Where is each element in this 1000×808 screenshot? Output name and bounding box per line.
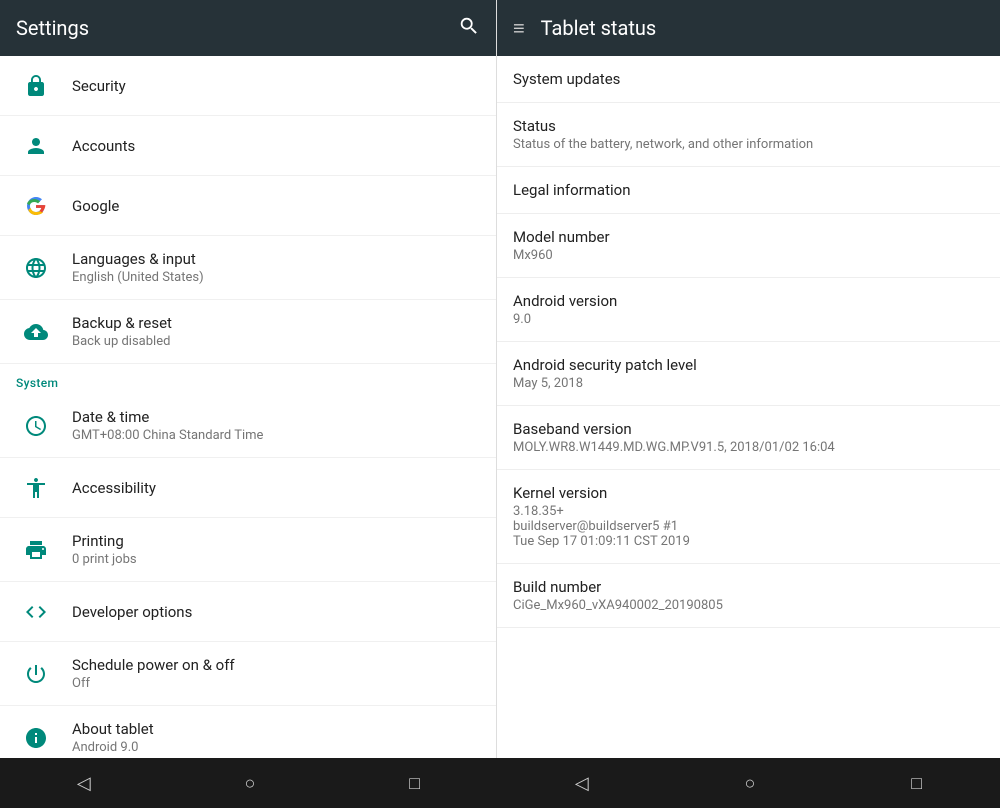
security-patch-value: May 5, 2018 — [513, 376, 984, 391]
datetime-text: Date & time GMT+08:00 China Standard Tim… — [72, 408, 263, 443]
home-button-right[interactable]: ○ — [725, 765, 776, 802]
languages-sublabel: English (United States) — [72, 270, 204, 285]
back-button[interactable]: ◁ — [57, 765, 111, 802]
legal-label: Legal information — [513, 181, 984, 199]
accessibility-icon — [16, 476, 56, 500]
language-icon — [16, 256, 56, 280]
code-icon — [16, 600, 56, 624]
left-nav-bar: ◁ ○ □ — [0, 758, 497, 808]
search-icon[interactable] — [458, 15, 480, 42]
info-item-kernel[interactable]: Kernel version 3.18.35+ buildserver@buil… — [497, 470, 1000, 564]
left-header: Settings — [0, 0, 496, 56]
left-title: Settings — [16, 16, 89, 40]
languages-label: Languages & input — [72, 250, 204, 268]
about-text: About tablet Android 9.0 — [72, 720, 154, 755]
status-label: Status — [513, 117, 984, 135]
bottom-nav: ◁ ○ □ ◁ ○ □ — [0, 758, 1000, 808]
status-value: Status of the battery, network, and othe… — [513, 137, 984, 152]
schedule-label: Schedule power on & off — [72, 656, 235, 674]
settings-item-about[interactable]: About tablet Android 9.0 — [0, 706, 496, 758]
settings-item-developer[interactable]: Developer options — [0, 582, 496, 642]
google-label: Google — [72, 197, 119, 215]
right-panel: ≡ Tablet status System updates Status St… — [497, 0, 1000, 758]
languages-text: Languages & input English (United States… — [72, 250, 204, 285]
settings-item-datetime[interactable]: Date & time GMT+08:00 China Standard Tim… — [0, 394, 496, 458]
datetime-sublabel: GMT+08:00 China Standard Time — [72, 428, 263, 443]
build-label: Build number — [513, 578, 984, 596]
security-label: Security — [72, 77, 126, 95]
back-button-right[interactable]: ◁ — [555, 765, 609, 802]
android-version-value: 9.0 — [513, 312, 984, 327]
clock-icon — [16, 414, 56, 438]
person-icon — [16, 134, 56, 158]
lock-icon — [16, 74, 56, 98]
settings-item-security[interactable]: Security — [0, 56, 496, 116]
menu-icon[interactable]: ≡ — [513, 16, 525, 41]
right-nav-bar: ◁ ○ □ — [497, 758, 1000, 808]
settings-item-schedule[interactable]: Schedule power on & off Off — [0, 642, 496, 706]
baseband-value: MOLY.WR8.W1449.MD.WG.MP.V91.5, 2018/01/0… — [513, 440, 984, 455]
kernel-value: 3.18.35+ buildserver@buildserver5 #1 Tue… — [513, 504, 984, 549]
developer-label: Developer options — [72, 603, 192, 621]
settings-item-printing[interactable]: Printing 0 print jobs — [0, 518, 496, 582]
google-icon — [16, 194, 56, 218]
system-updates-label: System updates — [513, 70, 984, 88]
info-item-baseband[interactable]: Baseband version MOLY.WR8.W1449.MD.WG.MP… — [497, 406, 1000, 470]
backup-sublabel: Back up disabled — [72, 334, 172, 349]
printing-sublabel: 0 print jobs — [72, 552, 137, 567]
datetime-label: Date & time — [72, 408, 263, 426]
google-text: Google — [72, 197, 119, 215]
accounts-label: Accounts — [72, 137, 135, 155]
accessibility-label: Accessibility — [72, 479, 156, 497]
android-version-label: Android version — [513, 292, 984, 310]
left-scroll: Security Accounts — [0, 56, 496, 758]
info-item-system-updates[interactable]: System updates — [497, 56, 1000, 103]
backup-icon — [16, 320, 56, 344]
right-title: Tablet status — [541, 16, 657, 40]
power-icon — [16, 662, 56, 686]
info-icon — [16, 726, 56, 750]
security-patch-label: Android security patch level — [513, 356, 984, 374]
settings-item-accessibility[interactable]: Accessibility — [0, 458, 496, 518]
info-item-model[interactable]: Model number Mx960 — [497, 214, 1000, 278]
settings-item-accounts[interactable]: Accounts — [0, 116, 496, 176]
info-item-legal[interactable]: Legal information — [497, 167, 1000, 214]
settings-item-languages[interactable]: Languages & input English (United States… — [0, 236, 496, 300]
printing-text: Printing 0 print jobs — [72, 532, 137, 567]
accessibility-text: Accessibility — [72, 479, 156, 497]
info-item-android-version[interactable]: Android version 9.0 — [497, 278, 1000, 342]
right-scroll: System updates Status Status of the batt… — [497, 56, 1000, 758]
recents-button-right[interactable]: □ — [891, 765, 942, 802]
home-button[interactable]: ○ — [225, 765, 276, 802]
right-header: ≡ Tablet status — [497, 0, 1000, 56]
recents-button[interactable]: □ — [389, 765, 440, 802]
printing-label: Printing — [72, 532, 137, 550]
info-item-status[interactable]: Status Status of the battery, network, a… — [497, 103, 1000, 167]
about-sublabel: Android 9.0 — [72, 740, 154, 755]
baseband-label: Baseband version — [513, 420, 984, 438]
settings-item-google[interactable]: Google — [0, 176, 496, 236]
model-value: Mx960 — [513, 248, 984, 263]
build-value: CiGe_Mx960_vXA940002_20190805 — [513, 598, 984, 613]
backup-label: Backup & reset — [72, 314, 172, 332]
schedule-sublabel: Off — [72, 676, 235, 691]
left-panel: Settings Security Accounts — [0, 0, 497, 758]
developer-text: Developer options — [72, 603, 192, 621]
backup-text: Backup & reset Back up disabled — [72, 314, 172, 349]
info-item-security-patch[interactable]: Android security patch level May 5, 2018 — [497, 342, 1000, 406]
kernel-label: Kernel version — [513, 484, 984, 502]
print-icon — [16, 538, 56, 562]
info-item-build[interactable]: Build number CiGe_Mx960_vXA940002_201908… — [497, 564, 1000, 628]
settings-item-backup[interactable]: Backup & reset Back up disabled — [0, 300, 496, 364]
accounts-text: Accounts — [72, 137, 135, 155]
system-section-header: System — [0, 364, 496, 394]
security-text: Security — [72, 77, 126, 95]
schedule-text: Schedule power on & off Off — [72, 656, 235, 691]
model-label: Model number — [513, 228, 984, 246]
about-label: About tablet — [72, 720, 154, 738]
